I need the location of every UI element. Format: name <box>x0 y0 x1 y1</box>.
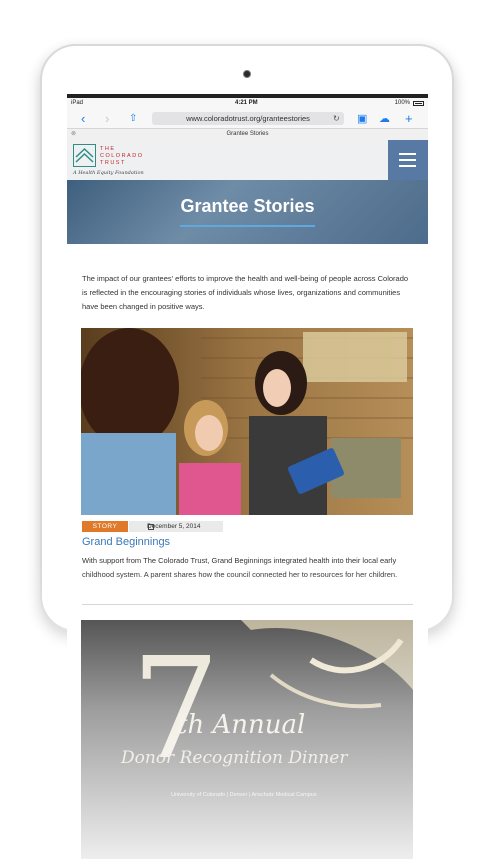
page-title: Grantee Stories <box>180 196 315 216</box>
browser-toolbar: ‹ › ⇧ www.coloradotrust.org/granteestori… <box>67 110 428 128</box>
logo-tagline: A Health Equity Foundation <box>73 170 144 176</box>
calendar-icon <box>148 524 154 530</box>
category-badge[interactable]: STORY <box>82 521 128 532</box>
camera-icon <box>243 70 251 78</box>
hamburger-icon <box>399 153 416 155</box>
clock: 4:21 PM <box>235 100 258 106</box>
story-date: December 5, 2014 <box>129 521 223 532</box>
forward-icon[interactable]: › <box>105 111 109 127</box>
hamburger-icon-line <box>399 165 416 167</box>
reload-icon[interactable]: ↻ <box>333 112 340 125</box>
logo-icon[interactable] <box>73 144 96 167</box>
hamburger-icon-line <box>399 159 416 161</box>
story-image-2[interactable]: 7 th Annual Donor Recognition Dinner Uni… <box>81 620 413 859</box>
status-bar: iPad 4:21 PM 100% <box>67 98 428 110</box>
address-bar[interactable]: www.coloradotrust.org/granteestories <box>152 112 344 125</box>
share-icon[interactable]: ⇧ <box>129 111 137 127</box>
title-underline <box>180 225 315 227</box>
add-icon[interactable]: + <box>405 111 413 127</box>
intro-text: The impact of our grantees' efforts to i… <box>82 274 409 311</box>
divider <box>82 604 413 605</box>
story-description: With support from The Colorado Trust, Gr… <box>82 556 398 579</box>
screen: iPad 4:21 PM 100% ‹ › ⇧ www.coloradotrus… <box>67 94 428 859</box>
site-header: THE COLORADO TRUST A Health Equity Found… <box>67 140 428 180</box>
image-footer: University of Colorado | Denver | Anschu… <box>171 792 317 798</box>
event-name: Donor Recognition Dinner <box>121 748 348 768</box>
hero-banner: Grantee Stories <box>67 180 428 244</box>
story-title-link[interactable]: Grand Beginnings <box>82 536 170 548</box>
device-label: iPad <box>71 100 84 106</box>
logo-name[interactable]: THE COLORADO TRUST <box>100 146 143 167</box>
battery-icon <box>413 101 424 106</box>
menu-button[interactable] <box>388 140 428 180</box>
anniversary-label: th Annual <box>177 710 306 740</box>
tab-close-icon[interactable]: ⊗ <box>71 129 76 140</box>
battery-percent: 100% <box>394 100 410 106</box>
story-image[interactable] <box>81 328 413 515</box>
cloud-icon[interactable]: ☁ <box>379 111 390 127</box>
tab-title[interactable]: Grantee Stories <box>226 131 268 137</box>
reader-icon[interactable]: ▣ <box>357 111 367 127</box>
back-icon[interactable]: ‹ <box>81 111 85 127</box>
